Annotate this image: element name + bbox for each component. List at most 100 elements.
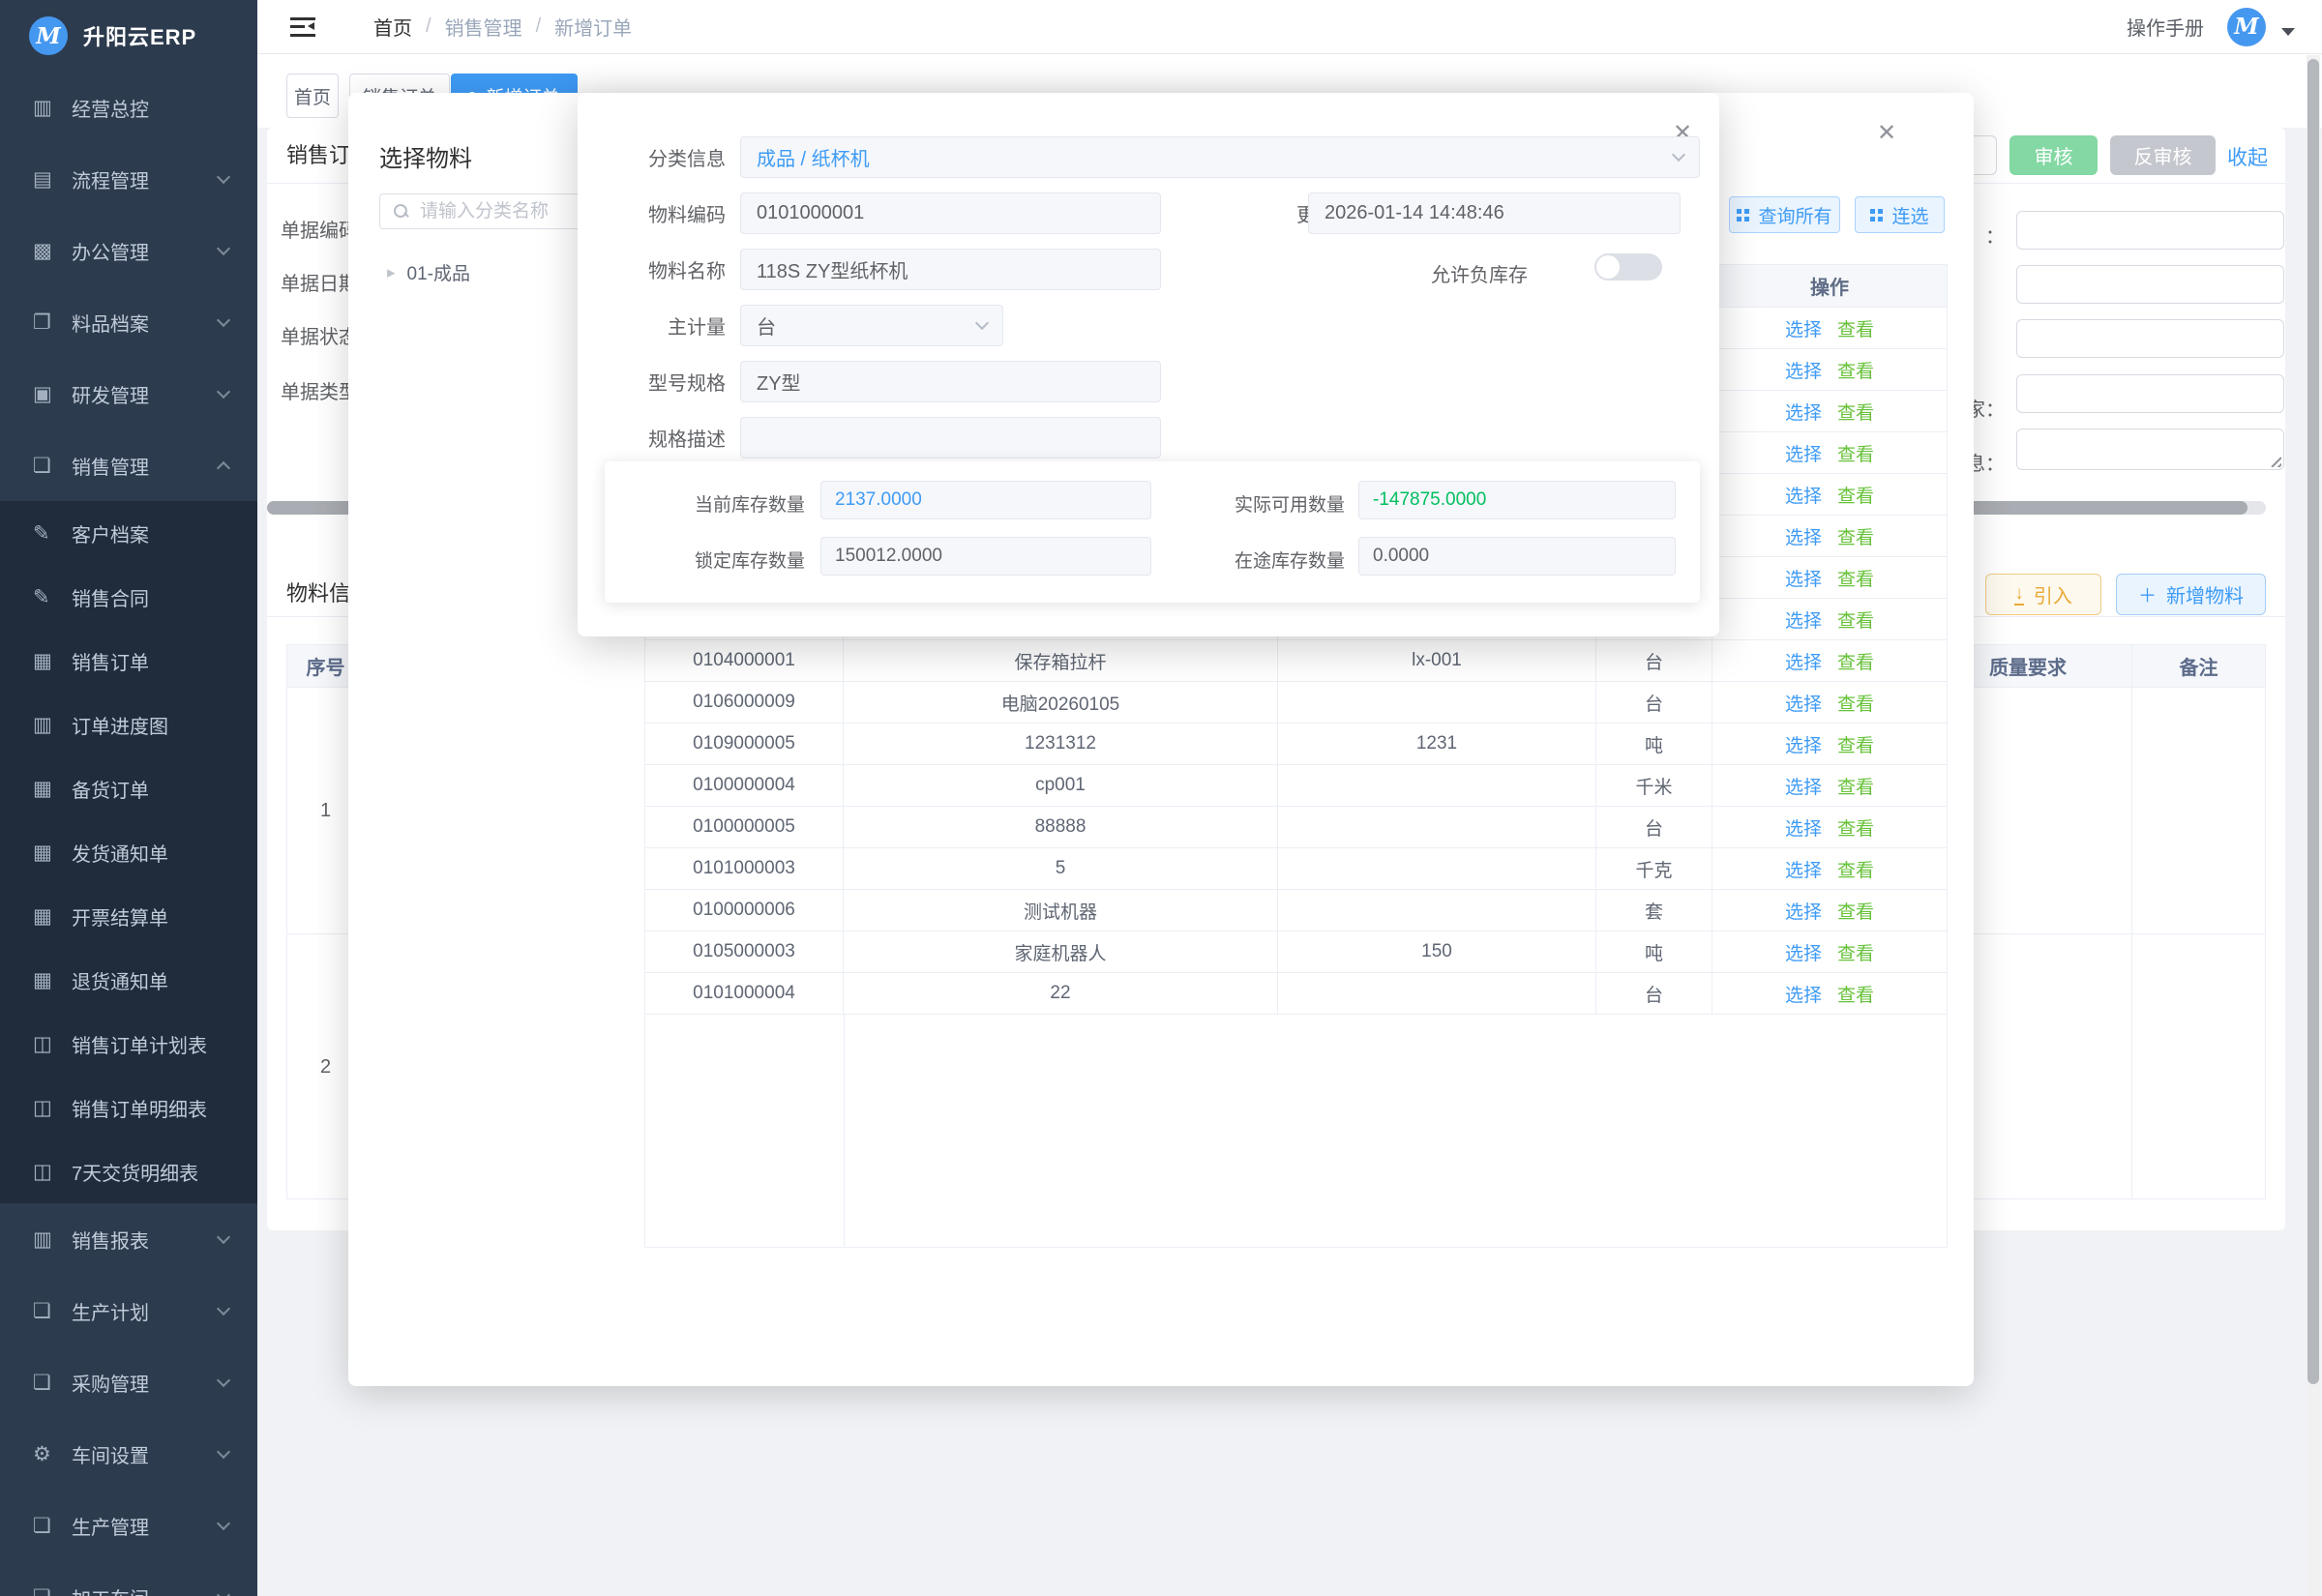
- tab-home[interactable]: 首页: [286, 74, 339, 118]
- select-link[interactable]: 选择: [1785, 690, 1822, 716]
- name-input[interactable]: 118S ZY型纸杯机: [740, 249, 1161, 290]
- multi-select-button[interactable]: 连选: [1855, 196, 1945, 233]
- view-link[interactable]: 查看: [1837, 773, 1874, 799]
- sidebar-item[interactable]: ❏ 生产计划: [0, 1275, 257, 1346]
- sidebar-item[interactable]: ❏ 生产管理: [0, 1490, 257, 1561]
- sidebar-item[interactable]: ▩ 办公管理: [0, 215, 257, 286]
- sidebar-subitem[interactable]: ▥ 订单进度图: [0, 693, 257, 756]
- view-link[interactable]: 查看: [1837, 357, 1874, 383]
- material-row[interactable]: 0104000001 保存箱拉杆 lx-001 台 选择 查看: [645, 640, 1947, 682]
- select-link[interactable]: 选择: [1785, 731, 1822, 757]
- sidebar-item[interactable]: ▥ 经营总控: [0, 72, 257, 143]
- material-row[interactable]: 0101000004 22 台 选择 查看: [645, 973, 1947, 1015]
- query-all-button[interactable]: 查询所有: [1729, 196, 1840, 233]
- sidebar-subitem[interactable]: ✎ 销售合同: [0, 565, 257, 629]
- select-link[interactable]: 选择: [1785, 648, 1822, 674]
- select-link[interactable]: 选择: [1785, 357, 1822, 383]
- model-input[interactable]: ZY型: [740, 361, 1161, 402]
- tree-node-finished-goods[interactable]: ▸ 01-成品: [387, 259, 470, 285]
- spec-desc-input[interactable]: [740, 417, 1161, 458]
- view-link[interactable]: 查看: [1837, 440, 1874, 466]
- unaudit-button[interactable]: 反审核: [2110, 135, 2216, 175]
- modal-close-icon[interactable]: ✕: [1877, 122, 1896, 145]
- collapse-link[interactable]: 收起: [2227, 142, 2268, 171]
- sidebar-item[interactable]: ❏ 采购管理: [0, 1346, 257, 1418]
- user-menu-caret-icon[interactable]: [2281, 28, 2295, 36]
- import-button[interactable]: ↓ 引入: [1985, 574, 2101, 615]
- order-field-input[interactable]: [2016, 265, 2284, 304]
- material-row[interactable]: 0106000009 电脑20260105 台 选择 查看: [645, 682, 1947, 724]
- select-link[interactable]: 选择: [1785, 565, 1822, 591]
- select-link[interactable]: 选择: [1785, 523, 1822, 549]
- code-input[interactable]: 0101000001: [740, 192, 1161, 234]
- sidebar-subitem[interactable]: ▦ 退货通知单: [0, 948, 257, 1012]
- breadcrumb-home[interactable]: 首页: [373, 13, 412, 41]
- view-link[interactable]: 查看: [1837, 731, 1874, 757]
- current-stock-input[interactable]: 2137.0000: [820, 481, 1151, 519]
- view-link[interactable]: 查看: [1837, 690, 1874, 716]
- sidebar-subitem[interactable]: ✎ 客户档案: [0, 501, 257, 565]
- sidebar-item[interactable]: ▣ 研发管理: [0, 358, 257, 429]
- locked-stock-input[interactable]: 150012.0000: [820, 537, 1151, 576]
- tree-caret-icon[interactable]: ▸: [387, 263, 396, 282]
- manual-link[interactable]: 操作手册: [2127, 13, 2204, 41]
- view-link[interactable]: 查看: [1837, 814, 1874, 841]
- available-stock-input[interactable]: -147875.0000: [1358, 481, 1676, 519]
- sidebar-item[interactable]: ❏ 销售管理: [0, 429, 257, 501]
- sidebar-subitem[interactable]: ◫ 销售订单计划表: [0, 1012, 257, 1076]
- material-row[interactable]: 0100000006 测试机器 套 选择 查看: [645, 890, 1947, 931]
- updated-input[interactable]: 2026-01-14 14:48:46: [1308, 192, 1681, 234]
- sidebar-subitem[interactable]: ▦ 备货订单: [0, 756, 257, 820]
- select-link[interactable]: 选择: [1785, 399, 1822, 425]
- sidebar-subitem[interactable]: ▦ 开票结算单: [0, 884, 257, 948]
- resize-handle[interactable]: [2269, 455, 2281, 467]
- sidebar-item[interactable]: ⚙ 车间设置: [0, 1418, 257, 1490]
- audit-button[interactable]: 审核: [2009, 135, 2098, 175]
- sidebar-item[interactable]: ▤ 流程管理: [0, 143, 257, 215]
- material-row[interactable]: 0100000005 88888 台 选择 查看: [645, 807, 1947, 848]
- view-link[interactable]: 查看: [1837, 939, 1874, 965]
- select-link[interactable]: 选择: [1785, 315, 1822, 341]
- select-link[interactable]: 选择: [1785, 482, 1822, 508]
- select-link[interactable]: 选择: [1785, 606, 1822, 633]
- order-field-input[interactable]: [2016, 211, 2284, 250]
- material-row[interactable]: 0105000003 家庭机器人 150 吨 选择 查看: [645, 931, 1947, 973]
- breadcrumb-section[interactable]: 销售管理: [445, 13, 522, 41]
- order-field-input[interactable]: [2016, 374, 2284, 413]
- sidebar-subitem[interactable]: ▦ 发货通知单: [0, 820, 257, 884]
- select-link[interactable]: 选择: [1785, 814, 1822, 841]
- view-link[interactable]: 查看: [1837, 315, 1874, 341]
- view-link[interactable]: 查看: [1837, 898, 1874, 924]
- sidebar-item[interactable]: ❐ 料品档案: [0, 286, 257, 358]
- user-avatar[interactable]: M: [2227, 8, 2266, 46]
- sidebar-subitem[interactable]: ▦ 销售订单: [0, 629, 257, 693]
- select-link[interactable]: 选择: [1785, 856, 1822, 882]
- view-link[interactable]: 查看: [1837, 399, 1874, 425]
- view-link[interactable]: 查看: [1837, 981, 1874, 1007]
- unit-select[interactable]: 台: [740, 305, 1003, 346]
- view-link[interactable]: 查看: [1837, 482, 1874, 508]
- material-row[interactable]: 0101000003 5 千克 选择 查看: [645, 848, 1947, 890]
- select-link[interactable]: 选择: [1785, 981, 1822, 1007]
- view-link[interactable]: 查看: [1837, 565, 1874, 591]
- sidebar-subitem[interactable]: ◫ 7天交货明细表: [0, 1139, 257, 1203]
- material-row[interactable]: 0100000004 cp001 千米 选择 查看: [645, 765, 1947, 807]
- select-link[interactable]: 选择: [1785, 939, 1822, 965]
- sidebar-subitem[interactable]: ◫ 销售订单明细表: [0, 1076, 257, 1139]
- select-link[interactable]: 选择: [1785, 773, 1822, 799]
- sidebar-item[interactable]: ❏ 加工车间: [0, 1561, 257, 1596]
- view-link[interactable]: 查看: [1837, 606, 1874, 633]
- in-transit-input[interactable]: 0.0000: [1358, 537, 1676, 576]
- material-row[interactable]: 0109000005 1231312 1231 吨 选择 查看: [645, 724, 1947, 765]
- vertical-scrollbar-thumb[interactable]: [2307, 59, 2319, 1384]
- select-link[interactable]: 选择: [1785, 898, 1822, 924]
- view-link[interactable]: 查看: [1837, 648, 1874, 674]
- order-remark-textarea[interactable]: [2016, 429, 2284, 470]
- add-material-button[interactable]: ＋ 新增物料: [2116, 574, 2266, 615]
- view-link[interactable]: 查看: [1837, 523, 1874, 549]
- sidebar-item[interactable]: ▥ 销售报表: [0, 1203, 257, 1275]
- select-link[interactable]: 选择: [1785, 440, 1822, 466]
- category-select[interactable]: 成品 / 纸杯机: [740, 136, 1700, 178]
- collapse-menu-icon[interactable]: [290, 17, 315, 37]
- order-field-input[interactable]: [2016, 319, 2284, 358]
